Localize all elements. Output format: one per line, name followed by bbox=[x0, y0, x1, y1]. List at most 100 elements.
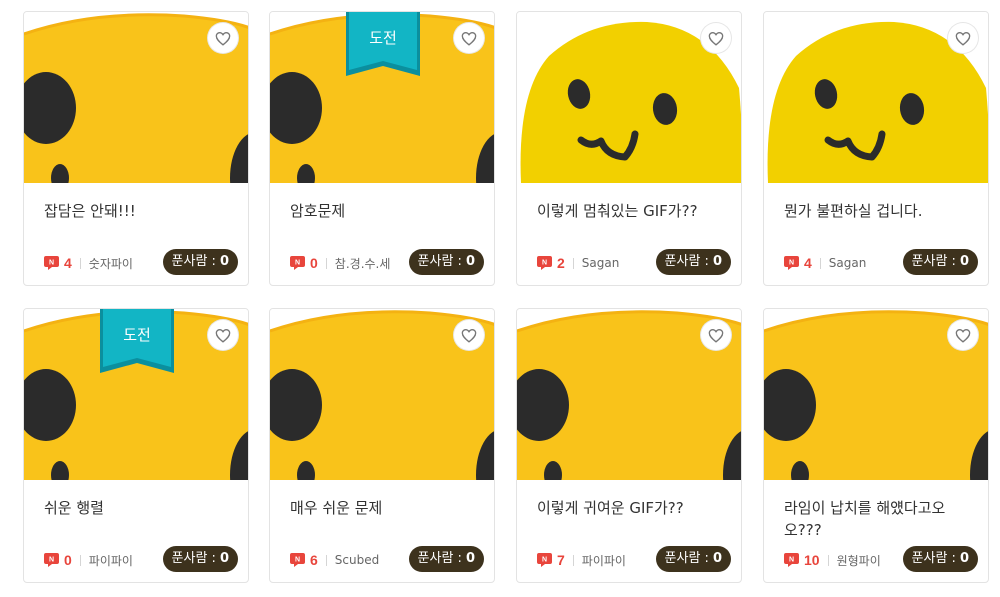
meta-divider bbox=[79, 257, 81, 269]
problem-title[interactable]: 암호문제 bbox=[290, 200, 480, 222]
problem-title[interactable]: 이렇게 귀여운 GIF가?? bbox=[537, 497, 727, 519]
meta-divider bbox=[572, 257, 574, 269]
svg-text:N: N bbox=[542, 556, 547, 563]
heart-icon bbox=[461, 328, 477, 343]
solved-count-badge: 푼사람 :0 bbox=[655, 249, 731, 275]
solved-count: 0 bbox=[959, 254, 969, 269]
svg-text:N: N bbox=[295, 556, 300, 563]
challenge-label: 도전 bbox=[123, 326, 151, 344]
solved-label: 푼사람 : bbox=[417, 254, 462, 269]
comment-icon: N bbox=[290, 256, 305, 270]
author-name[interactable]: 원형파이 bbox=[837, 552, 881, 569]
comment-count: 4 bbox=[804, 255, 812, 271]
like-button[interactable] bbox=[454, 320, 484, 350]
svg-text:N: N bbox=[789, 259, 794, 266]
author-name[interactable]: Scubed bbox=[335, 553, 379, 567]
like-button[interactable] bbox=[208, 23, 238, 53]
comment-count: 0 bbox=[64, 552, 72, 568]
comment-icon: N bbox=[784, 553, 799, 567]
svg-text:N: N bbox=[49, 259, 54, 266]
comment-icon: N bbox=[44, 256, 59, 270]
problem-meta: N 4 숫자파이 bbox=[44, 255, 133, 271]
author-name[interactable]: Sagan bbox=[582, 256, 620, 270]
solved-count-badge: 푼사람 :0 bbox=[162, 249, 238, 275]
svg-text:N: N bbox=[789, 556, 794, 563]
solved-count: 0 bbox=[712, 254, 722, 269]
solved-count: 0 bbox=[465, 254, 475, 269]
problem-meta: N 0 파이파이 bbox=[44, 552, 133, 568]
comment-icon: N bbox=[537, 553, 552, 567]
solved-label: 푼사람 : bbox=[664, 254, 709, 269]
problem-title[interactable]: 쉬운 행렬 bbox=[44, 497, 234, 519]
problem-card[interactable]: 푼사람 :0 이렇게 멈춰있는 GIF가?? N 2 Sagan bbox=[516, 11, 742, 286]
heart-icon bbox=[955, 31, 971, 46]
problem-title[interactable]: 매우 쉬운 문제 bbox=[290, 497, 480, 519]
problem-title[interactable]: 라임이 납치를 해얬다고오오??? bbox=[784, 497, 974, 541]
solved-count-badge: 푼사람 :0 bbox=[408, 249, 484, 275]
solved-count-badge: 푼사람 :0 bbox=[408, 546, 484, 572]
solved-count: 0 bbox=[219, 254, 229, 269]
heart-icon bbox=[215, 328, 231, 343]
solved-count-badge: 푼사람 :0 bbox=[902, 546, 978, 572]
solved-count: 0 bbox=[465, 551, 475, 566]
challenge-ribbon: 도전 bbox=[100, 309, 174, 373]
comment-icon: N bbox=[537, 256, 552, 270]
like-button[interactable] bbox=[208, 320, 238, 350]
solved-count: 0 bbox=[959, 551, 969, 566]
comment-count: 0 bbox=[310, 255, 318, 271]
author-name[interactable]: 파이파이 bbox=[89, 552, 133, 569]
problem-card[interactable]: 푼사람 :0 이렇게 귀여운 GIF가?? N 7 파이파이 bbox=[516, 308, 742, 583]
solved-label: 푼사람 : bbox=[911, 551, 956, 566]
solved-count-badge: 푼사람 :0 bbox=[902, 249, 978, 275]
author-name[interactable]: Sagan bbox=[829, 256, 867, 270]
author-name[interactable]: 숫자파이 bbox=[89, 255, 133, 272]
like-button[interactable] bbox=[948, 23, 978, 53]
heart-icon bbox=[461, 31, 477, 46]
problem-card[interactable]: 도전 푼사람 :0 암호문제 N 0 참.경.수.세 bbox=[269, 11, 495, 286]
comment-icon: N bbox=[44, 553, 59, 567]
heart-icon bbox=[708, 31, 724, 46]
solved-label: 푼사람 : bbox=[664, 551, 709, 566]
comment-count: 6 bbox=[310, 552, 318, 568]
like-button[interactable] bbox=[948, 320, 978, 350]
like-button[interactable] bbox=[454, 23, 484, 53]
solved-count-badge: 푼사람 :0 bbox=[655, 546, 731, 572]
problem-card[interactable]: 푼사람 :0 뭔가 불편하실 겁니다. N 4 Sagan bbox=[763, 11, 989, 286]
comment-count: 10 bbox=[804, 552, 820, 568]
solved-label: 푼사람 : bbox=[911, 254, 956, 269]
svg-text:N: N bbox=[542, 259, 547, 266]
heart-icon bbox=[955, 328, 971, 343]
problem-title[interactable]: 잡담은 안돼!!! bbox=[44, 200, 234, 222]
meta-divider bbox=[572, 554, 574, 566]
meta-divider bbox=[819, 257, 821, 269]
svg-text:N: N bbox=[295, 259, 300, 266]
comment-count: 4 bbox=[64, 255, 72, 271]
problem-title[interactable]: 뭔가 불편하실 겁니다. bbox=[784, 200, 974, 222]
like-button[interactable] bbox=[701, 23, 731, 53]
heart-icon bbox=[215, 31, 231, 46]
author-name[interactable]: 파이파이 bbox=[582, 552, 626, 569]
problem-card[interactable]: 푼사람 :0 라임이 납치를 해얬다고오오??? N 10 원형파이 bbox=[763, 308, 989, 583]
challenge-ribbon: 도전 bbox=[346, 12, 420, 76]
problem-card[interactable]: 도전 푼사람 :0 쉬운 행렬 N 0 파이파이 bbox=[23, 308, 249, 583]
problem-meta: N 4 Sagan bbox=[784, 255, 866, 271]
problem-meta: N 7 파이파이 bbox=[537, 552, 626, 568]
solved-label: 푼사람 : bbox=[417, 551, 462, 566]
meta-divider bbox=[325, 554, 327, 566]
comment-count: 2 bbox=[557, 255, 565, 271]
problem-title[interactable]: 이렇게 멈춰있는 GIF가?? bbox=[537, 200, 727, 222]
problem-meta: N 6 Scubed bbox=[290, 552, 379, 568]
challenge-label: 도전 bbox=[369, 29, 397, 47]
comment-count: 7 bbox=[557, 552, 565, 568]
problem-card[interactable]: 푼사람 :0 잡담은 안돼!!! N 4 숫자파이 bbox=[23, 11, 249, 286]
problem-card[interactable]: 푼사람 :0 매우 쉬운 문제 N 6 Scubed bbox=[269, 308, 495, 583]
meta-divider bbox=[79, 554, 81, 566]
problem-meta: N 10 원형파이 bbox=[784, 552, 881, 568]
solved-count-badge: 푼사람 :0 bbox=[162, 546, 238, 572]
author-name[interactable]: 참.경.수.세 bbox=[335, 255, 391, 272]
comment-icon: N bbox=[290, 553, 305, 567]
problem-meta: N 2 Sagan bbox=[537, 255, 619, 271]
solved-label: 푼사람 : bbox=[171, 551, 216, 566]
like-button[interactable] bbox=[701, 320, 731, 350]
solved-count: 0 bbox=[219, 551, 229, 566]
